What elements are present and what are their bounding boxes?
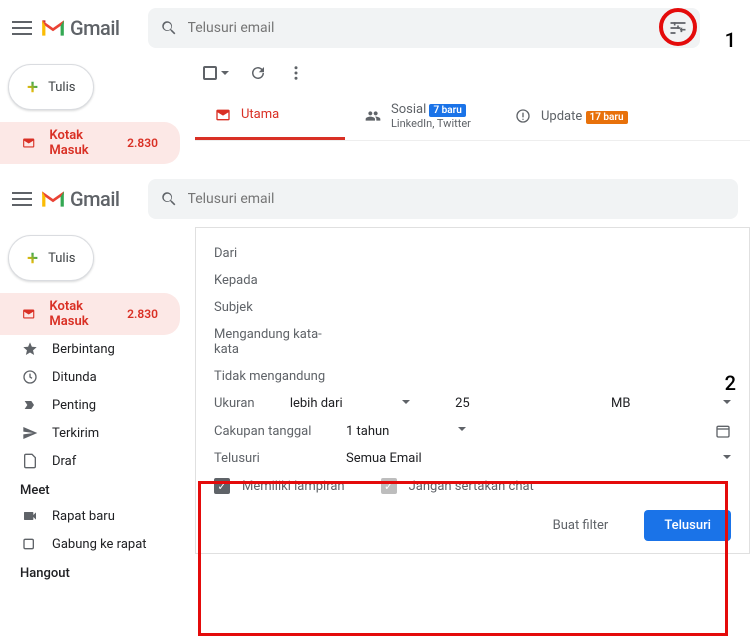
search-icon: [160, 190, 178, 208]
sidebar-item-snoozed[interactable]: Ditunda: [0, 363, 180, 391]
search-input[interactable]: [188, 191, 726, 207]
gmail-logo: Gmail: [40, 187, 120, 211]
plus-icon: +: [27, 75, 38, 99]
sidebar-item-important[interactable]: Penting: [0, 391, 180, 419]
meet-header: Meet: [0, 475, 180, 502]
gmail-logo: Gmail: [40, 16, 120, 40]
compose-button[interactable]: + Tulis: [8, 64, 94, 110]
menu-icon[interactable]: [12, 192, 32, 206]
compose-button[interactable]: +Tulis: [8, 235, 94, 281]
tab-social[interactable]: Sosial 7 baruLinkedIn, Twitter: [345, 92, 495, 140]
has-attachment-checkbox[interactable]: ✓: [214, 478, 230, 494]
menu-icon[interactable]: [12, 21, 32, 35]
searchin-select[interactable]: Semua Email: [346, 451, 446, 466]
select-all-checkbox[interactable]: [203, 66, 229, 80]
exclude-chat-checkbox[interactable]: ✓: [381, 478, 397, 494]
to-label: Kepada: [214, 273, 334, 288]
annotation-circle: [659, 8, 697, 46]
calendar-icon[interactable]: [715, 423, 731, 439]
toolbar: [195, 60, 750, 86]
from-label: Dari: [214, 246, 334, 261]
search-bar[interactable]: [148, 8, 700, 48]
search-icon: [160, 19, 178, 37]
daterange-select[interactable]: 1 tahun: [346, 424, 446, 439]
haswords-label: Mengandung kata-kata: [214, 327, 334, 357]
search-bar[interactable]: [148, 179, 738, 219]
sidebar-item-starred[interactable]: Berbintang: [0, 335, 180, 363]
sidebar-item-join-meeting[interactable]: Gabung ke rapat: [0, 530, 180, 558]
sidebar-item-drafts[interactable]: Draf: [0, 447, 180, 475]
more-icon[interactable]: [287, 64, 305, 82]
sidebar-item-new-meeting[interactable]: Rapat baru: [0, 502, 180, 530]
step-label-2: 2: [725, 371, 736, 395]
sidebar-item-sent[interactable]: Terkirim: [0, 419, 180, 447]
nothas-label: Tidak mengandung: [214, 369, 334, 384]
daterange-label: Cakupan tanggal: [214, 424, 334, 439]
sidebar-item-inbox[interactable]: Kotak Masuk2.830: [0, 293, 180, 335]
step-label-1: 1: [725, 28, 736, 52]
refresh-icon[interactable]: [249, 64, 267, 82]
create-filter-button[interactable]: Buat filter: [533, 510, 629, 541]
sidebar-item-inbox[interactable]: Kotak Masuk2.830: [0, 122, 180, 164]
advanced-search-form: Dari Kepada Subjek Mengandung kata-kata …: [195, 227, 750, 554]
searchin-label: Telusuri: [214, 451, 334, 466]
tab-updates[interactable]: Update 17 baru: [495, 92, 648, 140]
has-attachment-label: Memiliki lampiran: [242, 479, 345, 494]
subject-label: Subjek: [214, 300, 334, 315]
tab-primary[interactable]: Utama: [195, 92, 345, 140]
search-input[interactable]: [188, 20, 658, 36]
exclude-chat-label: Jangan sertakan chat: [409, 479, 534, 494]
size-unit-select[interactable]: MB: [611, 396, 711, 411]
size-label: Ukuran: [214, 396, 278, 411]
size-value-input[interactable]: 25: [455, 396, 555, 411]
search-button[interactable]: Telusuri: [644, 510, 731, 541]
hangout-header: Hangout: [0, 558, 180, 585]
size-operator-select[interactable]: lebih dari: [290, 396, 390, 411]
